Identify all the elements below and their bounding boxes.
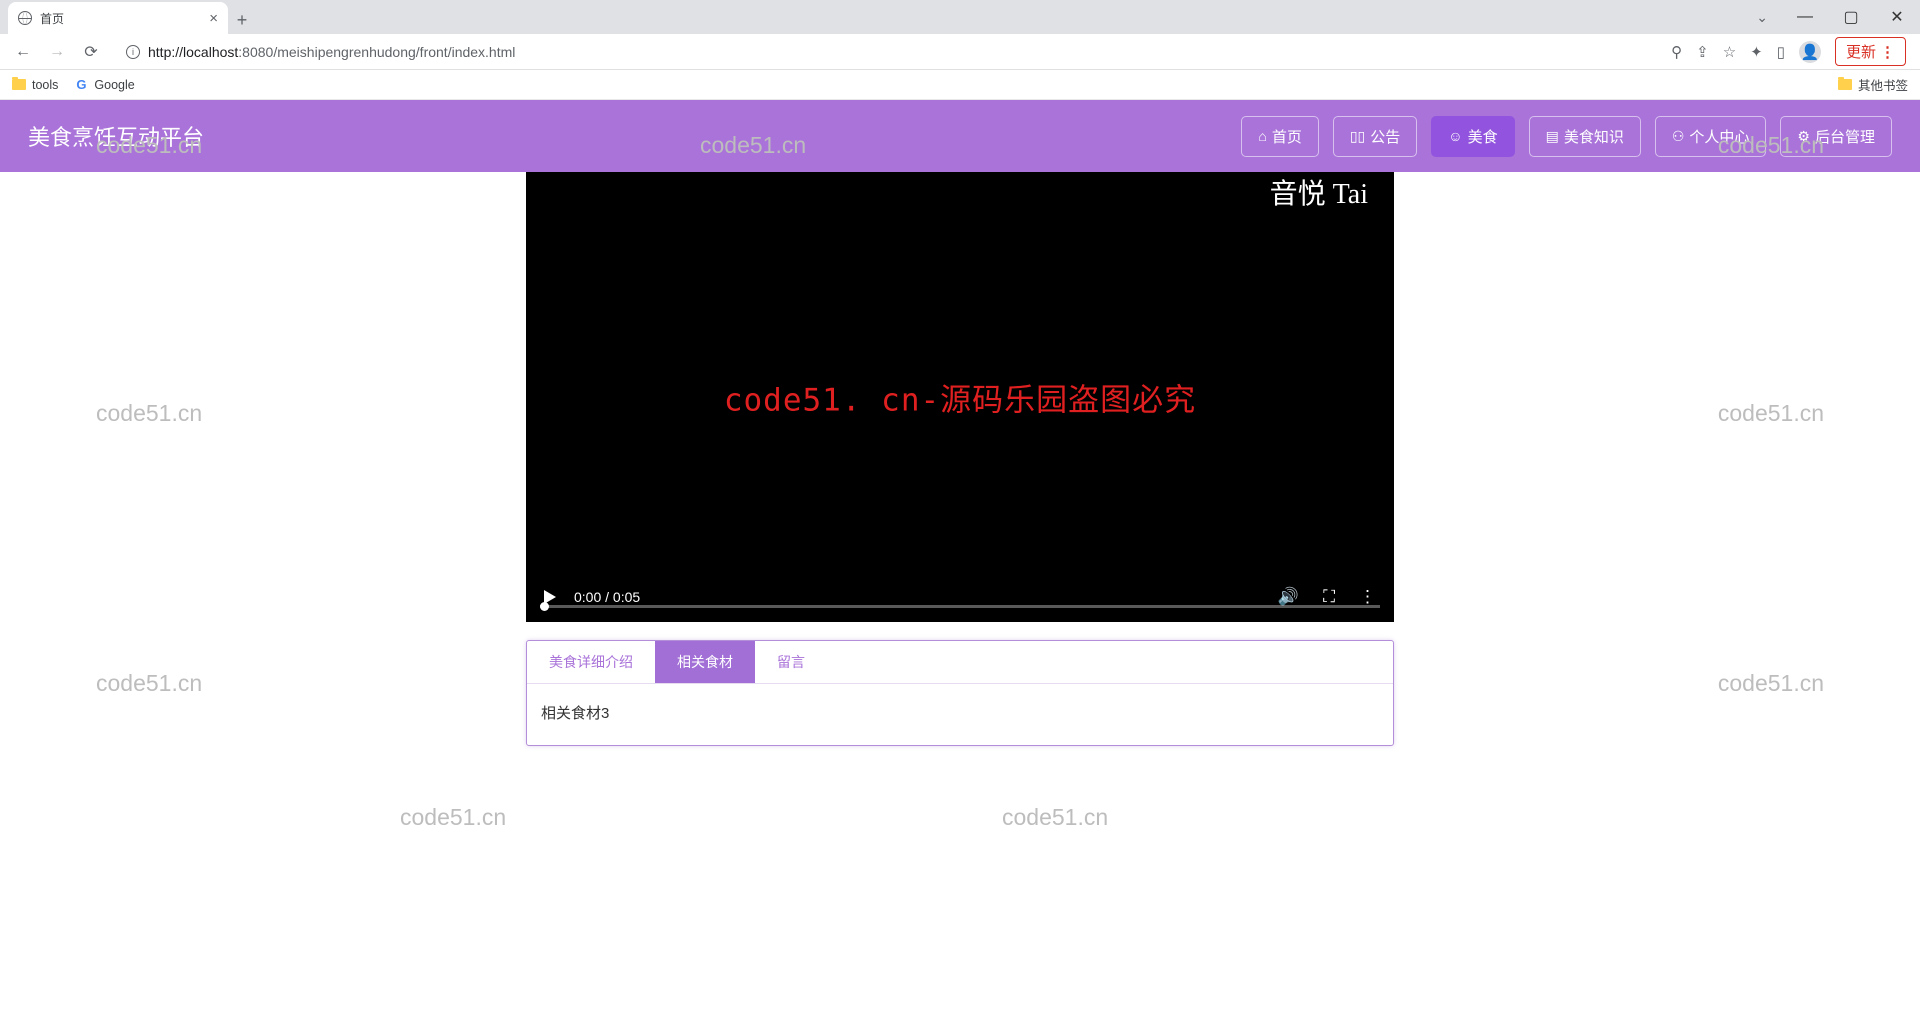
site-navbar: 美食烹饪互动平台 ⌂ 首页 ▯▯ 公告 ☺ 美食 ▤ 美食知识 ⚇个人中心 ⚙ 后台管理	[0, 100, 1920, 172]
share-icon[interactable]: ⇪	[1696, 43, 1709, 61]
zoom-icon[interactable]: ⚲	[1671, 43, 1682, 61]
watermark: code51.cn	[1718, 400, 1824, 427]
nav-icon: ⚇	[1672, 128, 1685, 145]
more-icon[interactable]: ⋮	[1359, 587, 1376, 607]
panel-tab-2[interactable]: 留言	[755, 641, 827, 683]
nav-icon: ⌂	[1258, 128, 1266, 144]
video-controls: 0:00 / 0:05 🔊 ⛶ ⋮	[526, 572, 1394, 622]
video-top-text: 音悦 Tai	[1270, 172, 1368, 212]
watermark: code51.cn	[96, 670, 202, 697]
tab-dropdown-icon[interactable]: ⌄	[1742, 9, 1782, 26]
nav-item-5[interactable]: ⚙ 后台管理	[1780, 116, 1892, 157]
new-tab-button[interactable]: +	[228, 6, 256, 34]
tab-title: 首页	[40, 10, 201, 27]
nav-icon: ⚙	[1797, 128, 1810, 145]
panel-tab-1[interactable]: 相关食材	[655, 641, 755, 683]
video-progress[interactable]	[540, 605, 1380, 608]
window-controls: ⌄ — ▢ ✕	[1742, 0, 1920, 34]
close-window-button[interactable]: ✕	[1874, 1, 1920, 33]
folder-icon	[12, 79, 26, 90]
maximize-button[interactable]: ▢	[1828, 1, 1874, 33]
browser-tab[interactable]: 首页 ×	[8, 2, 228, 34]
side-panel-icon[interactable]: ▯	[1777, 43, 1785, 61]
site-title: 美食烹饪互动平台	[28, 120, 204, 152]
nav-label: 首页	[1272, 126, 1302, 147]
panel-tab-0[interactable]: 美食详细介绍	[527, 641, 655, 683]
panel-body: 相关食材3	[527, 684, 1393, 745]
browser-tab-strip: 首页 × + ⌄ — ▢ ✕	[0, 0, 1920, 34]
page-content: code51.cn code51.cn code51.cn 音悦 Tai cod…	[0, 172, 1920, 746]
minimize-button[interactable]: —	[1782, 1, 1828, 33]
bookmarks-bar: tools G Google 其他书签	[0, 70, 1920, 100]
extensions-icon[interactable]: ✦	[1750, 43, 1763, 61]
url-box[interactable]: i http://localhost:8080/meishipengrenhud…	[116, 38, 1661, 66]
nav-item-3[interactable]: ▤ 美食知识	[1529, 116, 1641, 157]
nav-item-4[interactable]: ⚇个人中心	[1655, 116, 1767, 157]
nav-label: 后台管理	[1815, 126, 1875, 147]
video-watermark-text: code51. cn-源码乐园盗图必究	[724, 375, 1196, 420]
detail-panel: 美食详细介绍相关食材留言 相关食材3	[526, 640, 1394, 746]
panel-tabs: 美食详细介绍相关食材留言	[527, 641, 1393, 684]
watermark: code51.cn	[1718, 670, 1824, 697]
forward-button[interactable]: →	[42, 37, 72, 67]
back-button[interactable]: ←	[8, 37, 38, 67]
bookmark-star-icon[interactable]: ☆	[1723, 43, 1736, 61]
video-time: 0:00 / 0:05	[574, 589, 640, 605]
watermark: code51.cn	[96, 400, 202, 427]
fullscreen-icon[interactable]: ⛶	[1323, 587, 1335, 607]
nav-label: 美食	[1468, 126, 1498, 147]
nav-icon: ▯▯	[1350, 128, 1365, 145]
watermark: code51.cn	[1002, 804, 1108, 831]
watermark: code51.cn	[400, 804, 506, 831]
folder-icon	[1838, 79, 1852, 90]
nav-item-1[interactable]: ▯▯ 公告	[1333, 116, 1417, 157]
toolbar-right: ⚲ ⇪ ☆ ✦ ▯ 👤 更新⋮	[1671, 37, 1912, 66]
nav-label: 美食知识	[1564, 126, 1624, 147]
close-tab-icon[interactable]: ×	[209, 10, 218, 27]
nav-icon: ☺	[1448, 128, 1462, 144]
globe-icon	[18, 11, 32, 25]
nav-items: ⌂ 首页 ▯▯ 公告 ☺ 美食 ▤ 美食知识 ⚇个人中心 ⚙ 后台管理	[1241, 116, 1892, 157]
site-info-icon[interactable]: i	[126, 45, 140, 59]
nav-icon: ▤	[1546, 128, 1559, 145]
progress-thumb[interactable]	[540, 602, 549, 611]
nav-label: 公告	[1370, 126, 1400, 147]
profile-avatar[interactable]: 👤	[1799, 41, 1821, 63]
bookmark-other[interactable]: 其他书签	[1838, 75, 1908, 94]
nav-item-2[interactable]: ☺ 美食	[1431, 116, 1514, 157]
address-bar-row: ← → ⟳ i http://localhost:8080/meishipeng…	[0, 34, 1920, 70]
bookmark-tools[interactable]: tools	[12, 78, 58, 92]
url-text: http://localhost:8080/meishipengrenhudon…	[148, 44, 515, 60]
nav-label: 个人中心	[1689, 126, 1749, 147]
update-button[interactable]: 更新⋮	[1835, 37, 1906, 66]
volume-icon[interactable]: 🔊	[1278, 587, 1299, 607]
bookmark-google[interactable]: G Google	[74, 78, 134, 92]
reload-button[interactable]: ⟳	[76, 37, 106, 67]
nav-item-0[interactable]: ⌂ 首页	[1241, 116, 1318, 157]
video-player[interactable]: 音悦 Tai code51. cn-源码乐园盗图必究 0:00 / 0:05 🔊…	[526, 172, 1394, 622]
google-icon: G	[74, 78, 88, 92]
